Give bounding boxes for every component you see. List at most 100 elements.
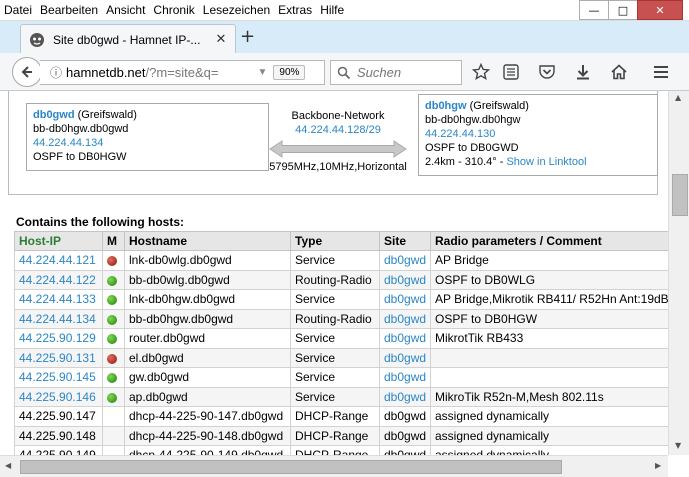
site-link[interactable]: db0gwd xyxy=(384,273,426,287)
scroll-right-icon[interactable]: ▶ xyxy=(655,461,661,470)
site-link[interactable]: db0gwd xyxy=(384,331,426,345)
monitor-status-cell xyxy=(102,328,125,349)
menu-datei[interactable]: Datei xyxy=(0,0,36,20)
site-cell: db0gwd xyxy=(379,347,431,368)
show-in-linktool-link[interactable]: Show in Linktool xyxy=(506,156,586,168)
hosts-table: Host-IP M Hostname Type Site Radio param… xyxy=(14,231,668,455)
site-link[interactable]: db0gwd xyxy=(384,370,426,384)
site-link[interactable]: db0gwd xyxy=(384,292,426,306)
site-text: db0gwd xyxy=(384,409,427,424)
type-cell: Routing-Radio xyxy=(290,269,380,290)
bookmark-star-icon[interactable] xyxy=(470,62,492,82)
navigation-bar: ⓘ hamnetdb.net/?m=site&q= ▼ 90% ↻ Suchen xyxy=(0,53,689,91)
link-right-hostname: bb-db0hgw.db0hgw xyxy=(425,114,521,126)
hostname-cell: el.db0gwd xyxy=(124,347,291,368)
host-ip-link[interactable]: 44.224.44.133 xyxy=(19,292,96,306)
site-link[interactable]: db0gwd xyxy=(384,253,426,267)
column-header-type[interactable]: Type xyxy=(290,231,380,251)
host-ip-link[interactable]: 44.225.90.145 xyxy=(19,370,96,384)
backbone-network-info: Backbone-Network 44.224.44.128/29 5795MH… xyxy=(268,109,408,174)
host-ip-link[interactable]: 44.224.44.122 xyxy=(19,273,96,287)
hostname-text: dhcp-44-225-90-147.db0gwd xyxy=(129,409,284,424)
backbone-label: Backbone-Network xyxy=(291,110,385,122)
host-ip-link[interactable]: 44.225.90.131 xyxy=(19,351,96,365)
close-window-button[interactable]: ✕ xyxy=(637,0,683,20)
hostname-text: el.db0gwd xyxy=(129,350,184,365)
site-cell: db0gwd xyxy=(379,250,431,271)
tab-site-db0gwd[interactable]: Site db0gwd - Hamnet IP-... ✕ xyxy=(20,24,236,54)
table-row: 44.225.90.129 router.db0gwd Service db0gwd M… xyxy=(14,328,668,349)
menu-ansicht[interactable]: Ansicht xyxy=(102,0,149,20)
host-ip-cell: 44.225.90.146 xyxy=(14,386,103,407)
site-cell: db0gwd xyxy=(379,406,431,427)
comment-text: assigned dynamically xyxy=(435,409,550,424)
type-text: Service xyxy=(295,292,336,307)
url-dropdown-icon[interactable]: ▼ xyxy=(258,67,268,78)
link-left-site-card: db0gwd (Greifswald) bb-db0hgw.db0gwd 44.… xyxy=(26,103,269,171)
menu-hilfe[interactable]: Hilfe xyxy=(316,0,348,20)
column-header-host-ip[interactable]: Host-IP xyxy=(14,231,103,251)
link-left-ip[interactable]: 44.224.44.134 xyxy=(33,136,262,150)
link-right-site-link[interactable]: db0hgw xyxy=(425,100,467,112)
comment-cell: AP Bridge xyxy=(430,250,668,271)
vertical-scroll-thumb[interactable] xyxy=(672,174,688,216)
status-green-dot-icon xyxy=(107,295,117,306)
status-green-dot-icon xyxy=(107,373,117,384)
back-arrow-icon xyxy=(21,66,32,78)
host-ip-link[interactable]: 44.225.90.146 xyxy=(19,390,96,404)
menu-chronik[interactable]: Chronik xyxy=(149,0,198,20)
back-button[interactable] xyxy=(12,57,42,87)
column-header-hostname[interactable]: Hostname xyxy=(124,231,291,251)
comment-cell: AP Bridge,Mikrotik RB411/ R52Hn Ant:19dB xyxy=(430,289,668,310)
host-ip-link[interactable]: 44.224.44.121 xyxy=(19,253,96,267)
link-left-site-link[interactable]: db0gwd xyxy=(33,109,75,121)
horizontal-scrollbar[interactable]: ◀ ▶ xyxy=(0,455,668,477)
hostname-cell: bb-db0wlg.db0gwd xyxy=(124,269,291,290)
site-info-icon[interactable]: ⓘ xyxy=(46,64,66,81)
monitor-status-cell xyxy=(102,347,125,368)
hostname-cell: dhcp-44-225-90-148.db0gwd xyxy=(124,425,291,446)
type-cell: DHCP-Range xyxy=(290,445,380,455)
host-ip-link[interactable]: 44.224.44.134 xyxy=(19,312,96,326)
menu-bearbeiten[interactable]: Bearbeiten xyxy=(36,0,102,20)
site-link[interactable]: db0gwd xyxy=(384,312,426,326)
site-cell: db0gwd xyxy=(379,308,431,329)
minimize-button[interactable]: — xyxy=(579,0,609,20)
tab-title: Site db0gwd - Hamnet IP-... xyxy=(53,32,201,47)
scroll-down-icon[interactable]: ▼ xyxy=(675,441,681,450)
column-header-comment[interactable]: Radio parameters / Comment xyxy=(430,231,668,251)
host-ip-cell: 44.225.90.145 xyxy=(14,367,103,388)
maximize-button[interactable]: □ xyxy=(608,0,638,20)
hostname-cell: lnk-db0hgw.db0gwd xyxy=(124,289,291,310)
zoom-indicator[interactable]: 90% xyxy=(273,65,306,80)
menu-extras[interactable]: Extras xyxy=(274,0,316,20)
link-right-ip[interactable]: 44.224.44.130 xyxy=(425,127,651,141)
new-tab-button[interactable]: + xyxy=(240,26,255,47)
host-ip-cell: 44.224.44.121 xyxy=(14,250,103,271)
type-text: Routing-Radio xyxy=(295,311,372,326)
hamburger-menu-icon[interactable] xyxy=(650,62,672,82)
download-icon[interactable] xyxy=(572,62,594,82)
hosts-header-row: Host-IP M Hostname Type Site Radio param… xyxy=(14,231,668,251)
host-ip-link[interactable]: 44.225.90.129 xyxy=(19,331,96,345)
url-bar[interactable]: ⓘ hamnetdb.net/?m=site&q= ▼ 90% ↻ xyxy=(40,60,353,85)
backbone-network-link[interactable]: 44.224.44.128/29 xyxy=(268,123,408,137)
site-link[interactable]: db0gwd xyxy=(384,390,426,404)
host-ip-cell: 44.225.90.129 xyxy=(14,328,103,349)
home-icon[interactable] xyxy=(608,62,630,82)
vertical-scrollbar[interactable]: ▲ ▼ xyxy=(668,91,689,455)
hostname-text: dhcp-44-225-90-149.db0gwd xyxy=(129,448,283,455)
hostname-text: router.db0gwd xyxy=(129,331,206,346)
horizontal-scroll-thumb[interactable] xyxy=(20,460,562,474)
menu-lesezeichen[interactable]: Lesezeichen xyxy=(199,0,274,20)
pocket-icon[interactable] xyxy=(536,62,558,82)
search-field[interactable]: Suchen xyxy=(330,60,462,85)
reading-list-icon[interactable] xyxy=(500,62,522,82)
table-row: 44.225.90.146 ap.db0gwd Service db0gwd Mikro… xyxy=(14,386,668,407)
column-header-site[interactable]: Site xyxy=(379,231,431,251)
tab-close-icon[interactable]: ✕ xyxy=(213,32,229,47)
scroll-left-icon[interactable]: ◀ xyxy=(5,461,11,470)
column-header-m[interactable]: M xyxy=(102,231,125,251)
site-link[interactable]: db0gwd xyxy=(384,351,426,365)
scroll-up-icon[interactable]: ▲ xyxy=(675,93,681,102)
